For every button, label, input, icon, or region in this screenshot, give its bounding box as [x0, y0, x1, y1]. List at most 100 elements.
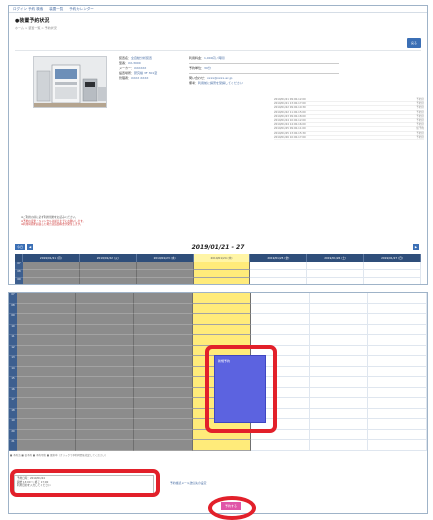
time-slot[interactable]: [309, 303, 369, 315]
time-slot[interactable]: [134, 345, 193, 357]
time-slot[interactable]: [192, 314, 252, 325]
nav-item[interactable]: 装置一覧: [49, 7, 63, 12]
day-header[interactable]: 2019/01/25 (金): [250, 254, 308, 262]
time-slot[interactable]: [309, 366, 369, 378]
time-slot[interactable]: [75, 345, 135, 357]
time-slot[interactable]: [368, 377, 427, 388]
time-slot[interactable]: [309, 324, 369, 336]
day-header[interactable]: 2019/01/24 (木): [193, 254, 251, 262]
time-slot[interactable]: [192, 303, 252, 315]
time-slot[interactable]: [250, 262, 308, 270]
time-slot[interactable]: [368, 366, 427, 378]
time-slot[interactable]: [17, 429, 76, 441]
time-slot[interactable]: [17, 356, 76, 367]
time-slot[interactable]: [134, 293, 193, 304]
breadcrumb[interactable]: ホーム > 装置一覧 > 予約状況: [15, 26, 57, 30]
time-slot[interactable]: [79, 278, 137, 284]
nav-item[interactable]: 予約カレンダー: [69, 7, 94, 12]
time-slot[interactable]: [17, 314, 76, 325]
time-slot[interactable]: [307, 278, 365, 284]
time-slot[interactable]: [17, 387, 76, 399]
time-slot[interactable]: [17, 293, 76, 304]
time-slot[interactable]: [136, 278, 194, 284]
time-slot[interactable]: [17, 345, 76, 357]
time-slot[interactable]: [307, 262, 365, 270]
time-slot[interactable]: [368, 429, 427, 441]
time-slot[interactable]: [134, 303, 193, 315]
time-slot[interactable]: [309, 356, 369, 367]
day-header[interactable]: 2019/01/23 (水): [136, 254, 194, 262]
time-slot[interactable]: [309, 408, 369, 420]
time-slot[interactable]: [309, 429, 369, 441]
time-slot[interactable]: [309, 387, 369, 399]
time-slot[interactable]: [193, 278, 251, 284]
time-slot[interactable]: [251, 314, 310, 325]
time-slot[interactable]: [79, 270, 137, 278]
time-slot[interactable]: [75, 398, 135, 409]
time-slot[interactable]: [309, 419, 369, 430]
time-slot[interactable]: [368, 293, 427, 304]
time-slot[interactable]: [17, 440, 76, 451]
time-slot[interactable]: [75, 314, 135, 325]
time-slot[interactable]: [75, 377, 135, 388]
day-header[interactable]: 2019/01/21 (月): [23, 254, 80, 262]
time-slot[interactable]: [75, 366, 135, 378]
time-slot[interactable]: [136, 270, 194, 278]
time-slot[interactable]: [250, 278, 308, 284]
time-slot[interactable]: [75, 356, 135, 367]
time-slot[interactable]: [17, 398, 76, 409]
time-slot[interactable]: [192, 440, 252, 451]
time-slot[interactable]: [136, 262, 194, 270]
time-slot[interactable]: [368, 408, 427, 420]
time-slot[interactable]: [251, 293, 310, 304]
time-slot[interactable]: [364, 262, 421, 270]
time-slot[interactable]: [79, 262, 137, 270]
time-slot[interactable]: [309, 314, 369, 325]
time-slot[interactable]: [364, 278, 421, 284]
time-slot[interactable]: [251, 440, 310, 451]
time-slot[interactable]: [250, 270, 308, 278]
time-slot[interactable]: [134, 419, 193, 430]
time-slot[interactable]: [17, 377, 76, 388]
time-slot[interactable]: [134, 429, 193, 441]
time-slot[interactable]: [134, 377, 193, 388]
time-slot[interactable]: [368, 314, 427, 325]
time-slot[interactable]: [251, 303, 310, 315]
time-slot[interactable]: [309, 440, 369, 451]
time-slot[interactable]: [368, 387, 427, 399]
time-slot[interactable]: [368, 440, 427, 451]
time-slot[interactable]: [193, 270, 251, 278]
time-slot[interactable]: [364, 270, 421, 278]
time-slot[interactable]: [17, 303, 76, 315]
time-slot[interactable]: [192, 293, 252, 304]
time-slot[interactable]: [368, 335, 427, 346]
back-button[interactable]: 戻る: [407, 38, 421, 48]
time-slot[interactable]: [193, 262, 251, 270]
time-slot[interactable]: [368, 303, 427, 315]
time-slot[interactable]: [134, 314, 193, 325]
day-header[interactable]: 2019/01/22 (火): [79, 254, 137, 262]
time-slot[interactable]: [17, 419, 76, 430]
time-slot[interactable]: [134, 408, 193, 420]
time-slot[interactable]: [17, 324, 76, 336]
email-link[interactable]: xxxx@xxxx.ac.jp: [207, 76, 232, 80]
time-slot[interactable]: [75, 419, 135, 430]
nav-item[interactable]: ログイン 予約 検索: [13, 7, 43, 12]
time-slot[interactable]: [368, 356, 427, 367]
time-slot[interactable]: [75, 440, 135, 451]
time-slot[interactable]: [368, 324, 427, 336]
prev-week-button[interactable]: ◀: [27, 244, 33, 250]
time-slot[interactable]: [309, 377, 369, 388]
time-slot[interactable]: [17, 366, 76, 378]
time-slot[interactable]: [368, 398, 427, 409]
time-slot[interactable]: [368, 419, 427, 430]
time-slot[interactable]: [75, 303, 135, 315]
time-slot[interactable]: [309, 293, 369, 304]
time-slot[interactable]: [75, 387, 135, 399]
time-slot[interactable]: [134, 387, 193, 399]
day-header[interactable]: 2019/01/27 (日): [364, 254, 421, 262]
time-slot[interactable]: [309, 398, 369, 409]
time-slot[interactable]: [309, 345, 369, 357]
time-slot[interactable]: [134, 335, 193, 346]
time-slot[interactable]: [251, 324, 310, 336]
